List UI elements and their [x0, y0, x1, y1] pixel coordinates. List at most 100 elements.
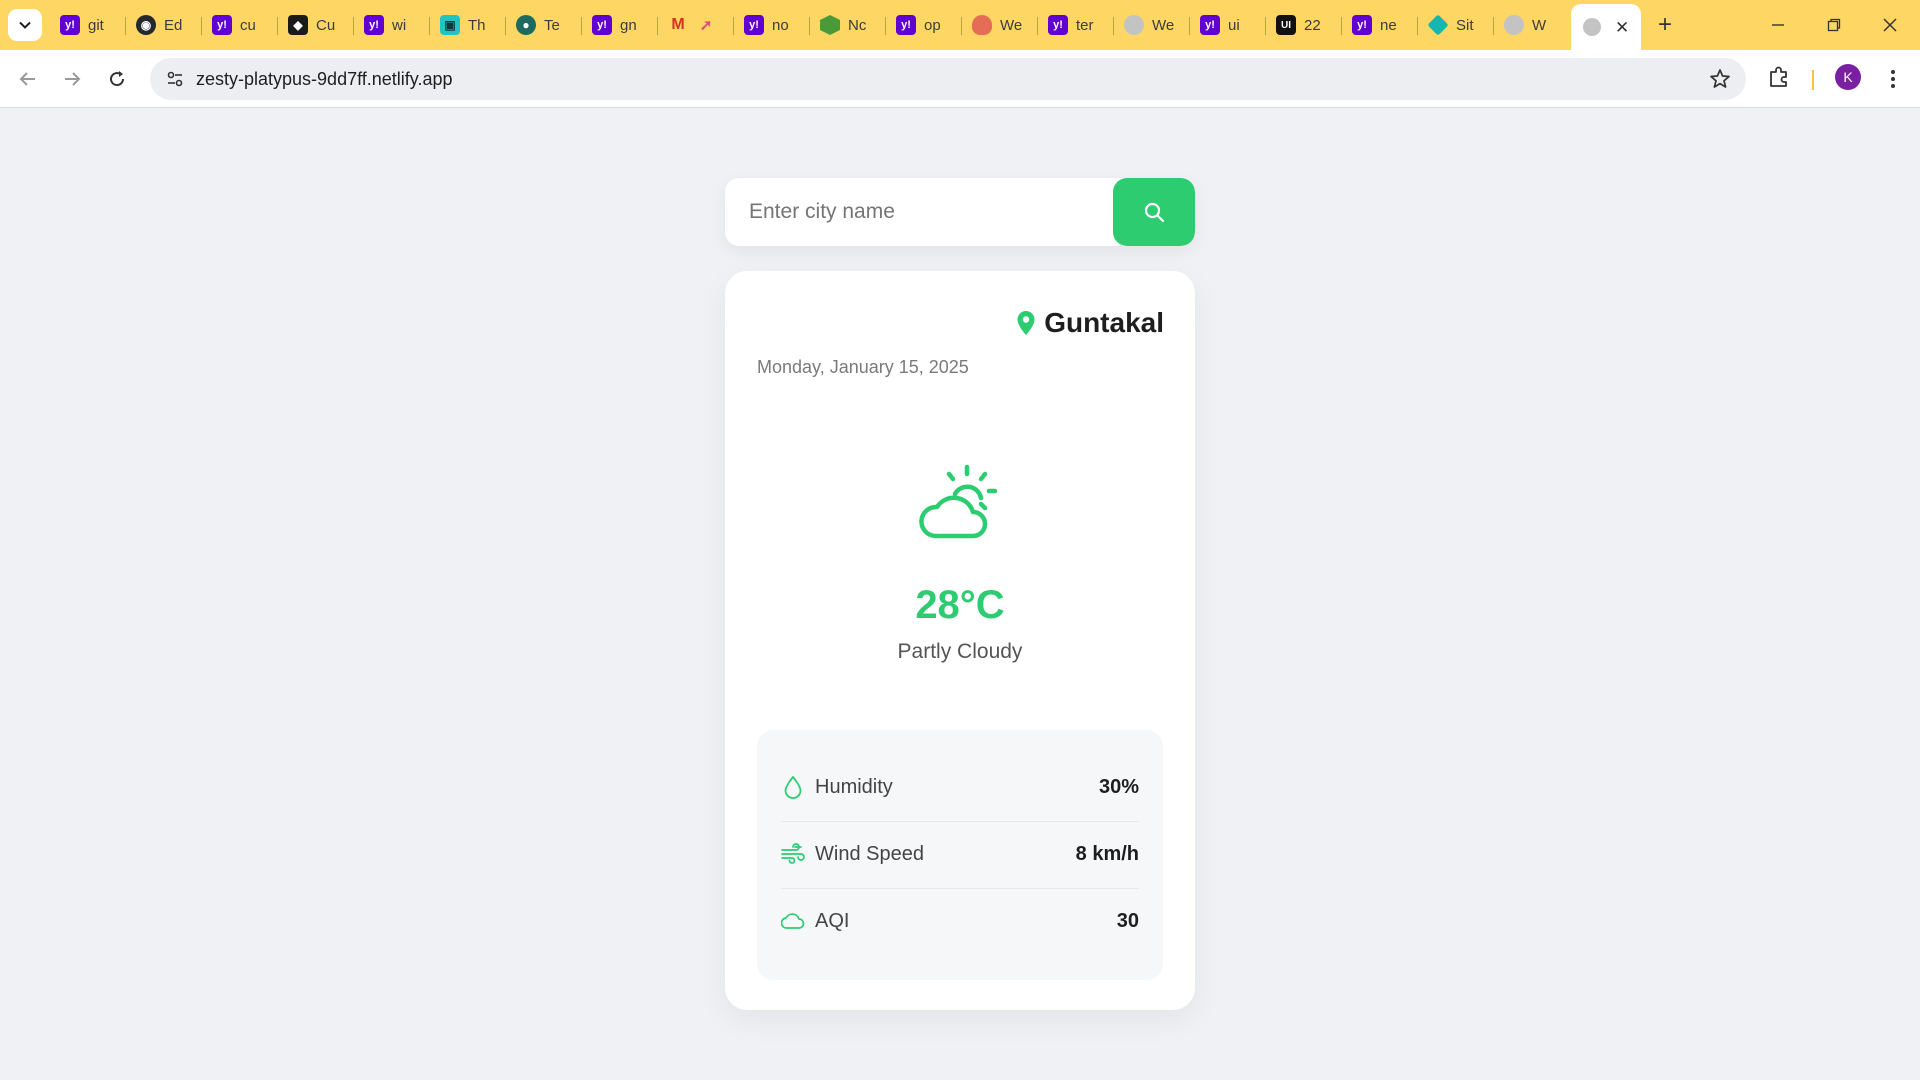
search-icon — [1144, 202, 1165, 223]
globe-icon — [1504, 15, 1524, 35]
city-name: Guntakal — [1044, 307, 1164, 338]
tab-label: Th — [468, 16, 486, 34]
weather-details-panel: Humidity 30% Wind Speed 8 km/h AQI 30 — [757, 730, 1163, 980]
node-icon — [820, 15, 840, 35]
tab-label: cu — [240, 16, 256, 34]
current-date: Monday, January 15, 2025 — [757, 357, 969, 377]
tab[interactable]: y! ui — [1190, 9, 1266, 41]
yahoo-icon: y! — [592, 15, 612, 35]
tab[interactable]: We — [1114, 9, 1190, 41]
tab-label: Sit — [1456, 16, 1474, 34]
more-vertical-icon — [1891, 70, 1895, 88]
browser-tab-strip: y! git ◉ Ed y! cu ◆ Cu y! wi ▣ Th ● Te y! gn M ➚ … — [0, 0, 1920, 50]
minimize-button[interactable] — [1750, 0, 1806, 50]
yahoo-icon: y! — [212, 15, 232, 35]
tab[interactable]: Sit — [1418, 9, 1494, 41]
cloud-favicon-icon — [972, 15, 992, 35]
extensions-button[interactable] — [1766, 64, 1796, 94]
tab-label: gn — [620, 16, 637, 34]
search-button[interactable] — [1113, 178, 1195, 246]
url-text: zesty-platypus-9dd7ff.netlify.app — [196, 69, 453, 89]
tab[interactable]: y! git — [50, 9, 126, 41]
globe-icon — [1124, 15, 1144, 35]
plus-icon: + — [1657, 11, 1672, 38]
tab[interactable]: W — [1494, 9, 1570, 41]
browser-toolbar: zesty-platypus-9dd7ff.netlify.app K — [0, 50, 1920, 108]
reload-icon — [110, 71, 125, 87]
github-icon: ◉ — [136, 15, 156, 35]
tab-label: ne — [1380, 16, 1397, 34]
tab-label: op — [924, 16, 941, 34]
tab-label: no — [772, 16, 789, 34]
browser-menu-button[interactable] — [1880, 64, 1906, 94]
toolbar-divider — [1812, 70, 1814, 90]
bookmark-star-icon[interactable] — [1708, 67, 1732, 91]
tab[interactable]: UI 22 — [1266, 9, 1342, 41]
detail-row-humidity: Humidity 30% — [781, 754, 1139, 820]
restore-button[interactable] — [1806, 0, 1862, 50]
detail-value: 8 km/h — [1075, 842, 1139, 865]
detail-row-wind-speed: Wind Speed 8 km/h — [781, 821, 1139, 887]
tab[interactable]: ▣ Th — [430, 9, 506, 41]
tab[interactable]: ● Te — [506, 9, 582, 41]
tab[interactable]: ◉ Ed — [126, 9, 202, 41]
close-tab-icon[interactable]: ✕ — [1615, 19, 1629, 36]
tab-label: ter — [1076, 16, 1094, 34]
city-search-input[interactable] — [725, 178, 1113, 246]
tab[interactable]: y! wi — [354, 9, 430, 41]
globe-icon — [1583, 18, 1601, 36]
profile-initial: K — [1843, 69, 1853, 85]
detail-label: AQI — [815, 909, 850, 932]
tab[interactable]: y! no — [734, 9, 810, 41]
chevron-down-icon — [19, 21, 31, 29]
tab[interactable]: M ➚ — [658, 9, 734, 41]
tab[interactable]: ◆ Cu — [278, 9, 354, 41]
close-icon — [1883, 18, 1897, 32]
tab-label: Ed — [164, 16, 183, 34]
tab[interactable]: y! gn — [582, 9, 658, 41]
terra-icon: ● — [516, 15, 536, 35]
tab-label: 22 — [1304, 16, 1321, 34]
tab-label: Nc — [848, 16, 867, 34]
new-tab-button[interactable]: + — [1650, 10, 1680, 40]
detail-value: 30% — [1098, 775, 1139, 798]
tab[interactable]: y! ter — [1038, 9, 1114, 41]
detail-value: 30 — [1116, 909, 1139, 932]
location-header: Guntakal — [1016, 307, 1164, 339]
tab-label: Te — [544, 16, 560, 34]
yahoo-icon: y! — [364, 15, 384, 35]
site-settings-icon[interactable] — [160, 64, 190, 94]
weather-condition: Partly Cloudy — [897, 640, 1023, 663]
tab[interactable]: y! op — [886, 9, 962, 41]
trae-icon: ▣ — [440, 15, 460, 35]
active-tab[interactable]: ✕ — [1571, 4, 1641, 50]
minimize-icon — [1772, 24, 1784, 26]
close-window-button[interactable] — [1862, 0, 1918, 50]
tab-label: ui — [1228, 16, 1240, 34]
tab-label: wi — [392, 16, 407, 34]
tab-search-button[interactable] — [8, 9, 42, 41]
search-bar — [725, 178, 1195, 246]
uiverse-icon: UI — [1276, 15, 1296, 35]
yahoo-icon: y! — [744, 15, 764, 35]
diamond-icon — [1427, 14, 1449, 36]
partly-cloudy-icon — [919, 464, 998, 539]
detail-row-aqi: AQI 30 — [781, 888, 1139, 954]
profile-avatar[interactable]: K — [1835, 64, 1861, 90]
puzzle-icon — [1770, 66, 1787, 87]
back-button[interactable] — [12, 63, 44, 95]
tab[interactable]: We — [962, 9, 1038, 41]
address-bar[interactable]: zesty-platypus-9dd7ff.netlify.app — [150, 58, 1746, 100]
reload-button[interactable] — [101, 63, 133, 95]
yahoo-icon: y! — [1048, 15, 1068, 35]
aqi-cloud-icon — [781, 909, 805, 933]
forward-button[interactable] — [56, 63, 88, 95]
arrow-left-icon — [19, 72, 35, 86]
cursor-icon: ◆ — [288, 15, 308, 35]
tab-label: git — [88, 16, 104, 34]
tab[interactable]: Nc — [810, 9, 886, 41]
restore-icon — [1827, 18, 1841, 32]
tab[interactable]: y! ne — [1342, 9, 1418, 41]
tab[interactable]: y! cu — [202, 9, 278, 41]
wind-icon — [781, 842, 805, 866]
